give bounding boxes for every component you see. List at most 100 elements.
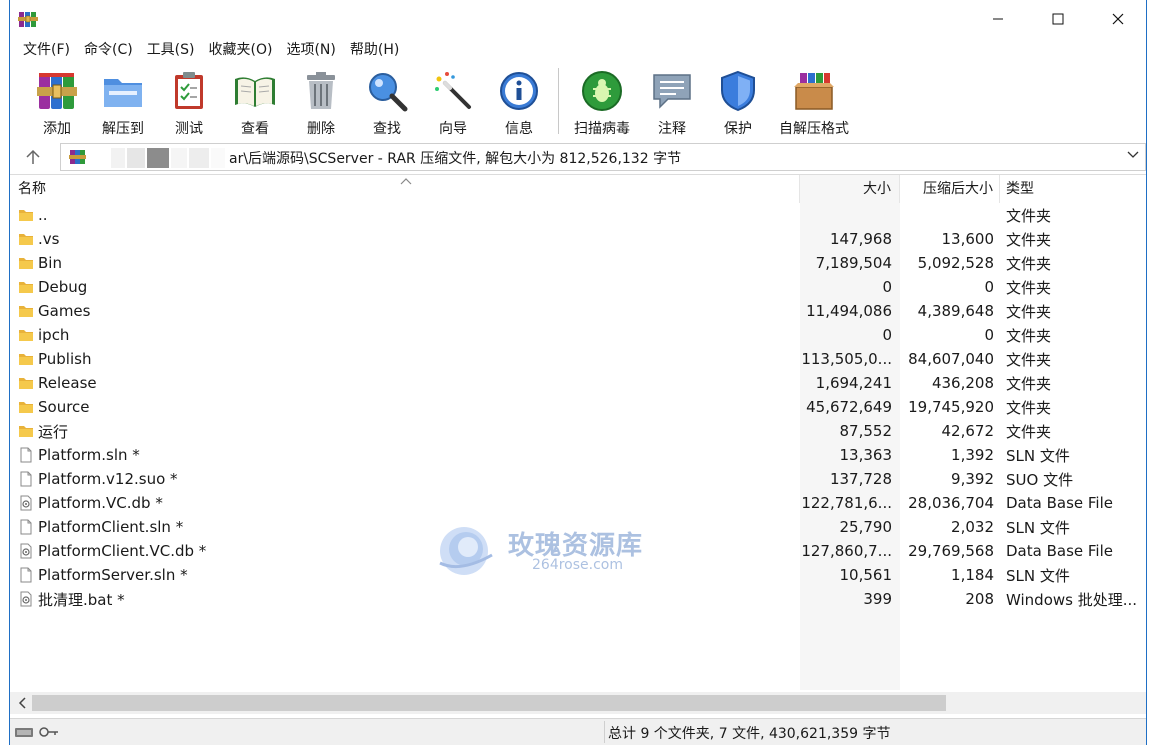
file-name: .vs [38, 230, 60, 248]
file-type: SLN 文件 [1006, 566, 1070, 585]
add-archive-icon [37, 73, 77, 109]
maximize-button[interactable] [1028, 0, 1088, 38]
column-header-packed[interactable]: 压缩后大小 [900, 175, 1000, 203]
file-name: Release [38, 374, 97, 392]
file-packed-size: 9,392 [951, 470, 994, 488]
menu-options[interactable]: 选项(N) [279, 39, 342, 61]
file-name: PlatformClient.VC.db * [38, 542, 207, 560]
minimize-icon [993, 18, 1003, 20]
maximize-icon [1052, 13, 1064, 25]
column-header-name[interactable]: 名称 [10, 175, 800, 203]
toolbar-separator [558, 68, 559, 134]
close-button[interactable] [1088, 0, 1148, 38]
file-size: 87,552 [839, 422, 893, 440]
table-row[interactable]: 批清理.bat * 399 208 Windows 批处理... [10, 587, 1146, 611]
folder-icon [19, 378, 33, 389]
table-row[interactable]: ipch 0 0 文件夹 [10, 323, 1146, 347]
horizontal-scrollbar[interactable] [10, 692, 1146, 714]
menu-help[interactable]: 帮助(H) [343, 39, 406, 61]
file-packed-size: 0 [984, 326, 994, 344]
find-button[interactable]: 查找 [354, 62, 420, 140]
file-packed-size: 42,672 [941, 422, 995, 440]
protect-button[interactable]: 保护 [705, 62, 771, 140]
drive-key-icon[interactable] [14, 724, 62, 740]
table-row[interactable]: Debug 0 0 文件夹 [10, 275, 1146, 299]
file-type: Windows 批处理... [1006, 590, 1138, 609]
address-bar: ar\后端源码\SCServer - RAR 压缩文件, 解包大小为 812,5… [10, 142, 1146, 172]
info-button[interactable]: 信息 [486, 62, 552, 140]
add-button[interactable]: 添加 [24, 62, 90, 140]
menu-tools[interactable]: 工具(S) [140, 39, 202, 61]
file-size: 127,860,7... [801, 542, 892, 560]
column-header-size[interactable]: 大小 [800, 175, 900, 203]
toolbar: 添加 解压到 测试 查看 删除 查找 向导 信息 扫描病毒 注释 保护 自解压格… [10, 62, 1146, 140]
status-bar: 总计 9 个文件夹, 7 文件, 430,621,359 字节 [10, 718, 1146, 745]
menu-file[interactable]: 文件(F) [16, 39, 77, 61]
magnifier-icon [369, 73, 408, 112]
sort-caret-icon [400, 178, 412, 185]
scrollbar-thumb[interactable] [32, 695, 946, 711]
file-type: 文件夹 [1006, 350, 1052, 369]
file-name-cell: Debug [10, 278, 800, 296]
bug-scan-icon [582, 71, 622, 111]
file-name-cell: Publish [10, 350, 800, 368]
status-separator [604, 721, 605, 743]
up-one-level-button[interactable] [10, 143, 56, 171]
delete-label: 删除 [307, 121, 335, 137]
wizard-button[interactable]: 向导 [420, 62, 486, 140]
column-header-type[interactable]: 类型 [1000, 175, 1146, 203]
file-size: 13,363 [839, 446, 893, 464]
file-size: 137,728 [829, 470, 892, 488]
file-name-cell: Source [10, 398, 800, 416]
minimize-button[interactable] [968, 0, 1028, 38]
table-row[interactable]: Games 11,494,086 4,389,648 文件夹 [10, 299, 1146, 323]
table-row[interactable]: Platform.sln * 13,363 1,392 SLN 文件 [10, 443, 1146, 467]
file-size: 122,781,6... [801, 494, 892, 512]
table-row[interactable]: Release 1,694,241 436,208 文件夹 [10, 371, 1146, 395]
file-name: Debug [38, 278, 88, 296]
close-icon [1112, 13, 1124, 25]
folder-icon [19, 354, 33, 365]
file-type: 文件夹 [1006, 422, 1052, 441]
scan-virus-button[interactable]: 扫描病毒 [565, 62, 639, 140]
delete-button[interactable]: 删除 [288, 62, 354, 140]
protect-label: 保护 [724, 121, 752, 137]
sfx-label: 自解压格式 [779, 121, 849, 137]
file-packed-size: 1,184 [951, 566, 994, 584]
scroll-left-icon[interactable] [14, 694, 30, 712]
table-row[interactable]: .vs 147,968 13,600 文件夹 [10, 227, 1146, 251]
winrar-app-icon[interactable] [18, 9, 38, 29]
table-row[interactable]: Bin 7,189,504 5,092,528 文件夹 [10, 251, 1146, 275]
file-size: 0 [882, 326, 892, 344]
table-row[interactable]: .. 文件夹 [10, 203, 1146, 227]
watermark-subtitle: 264rose.com [532, 557, 623, 573]
path-combobox[interactable]: ar\后端源码\SCServer - RAR 压缩文件, 解包大小为 812,5… [60, 143, 1146, 171]
trash-icon [307, 72, 335, 109]
file-packed-size: 29,769,568 [908, 542, 994, 560]
view-button[interactable]: 查看 [222, 62, 288, 140]
menu-commands[interactable]: 命令(C) [77, 39, 140, 61]
test-button[interactable]: 测试 [156, 62, 222, 140]
comment-button[interactable]: 注释 [639, 62, 705, 140]
table-row[interactable]: Source 45,672,649 19,745,920 文件夹 [10, 395, 1146, 419]
find-label: 查找 [373, 121, 401, 137]
file-type: SLN 文件 [1006, 446, 1070, 465]
file-name: PlatformClient.sln * [38, 518, 184, 536]
file-name: Platform.VC.db * [38, 494, 163, 512]
folder-icon [19, 330, 33, 341]
table-row[interactable]: Publish 113,505,0... 84,607,040 文件夹 [10, 347, 1146, 371]
chevron-down-icon[interactable] [1127, 148, 1139, 160]
file-list[interactable]: 名称 大小 压缩后大小 类型 .. 文件夹 .vs 147,968 13,600 文件夹 B… [10, 174, 1146, 690]
folder-icon [19, 258, 33, 269]
file-icon [20, 447, 32, 463]
file-name: Platform.v12.suo * [38, 470, 178, 488]
file-type: 文件夹 [1006, 254, 1052, 273]
sfx-button[interactable]: 自解压格式 [771, 62, 857, 140]
table-row[interactable]: Platform.v12.suo * 137,728 9,392 SUO 文件 [10, 467, 1146, 491]
column-header-name-label: 名称 [18, 181, 46, 197]
extract-to-button[interactable]: 解压到 [90, 62, 156, 140]
menu-favorites[interactable]: 收藏夹(O) [202, 39, 280, 61]
table-row[interactable]: Platform.VC.db * 122,781,6... 28,036,704 Da… [10, 491, 1146, 515]
file-type: 文件夹 [1006, 206, 1052, 225]
table-row[interactable]: 运行 87,552 42,672 文件夹 [10, 419, 1146, 443]
